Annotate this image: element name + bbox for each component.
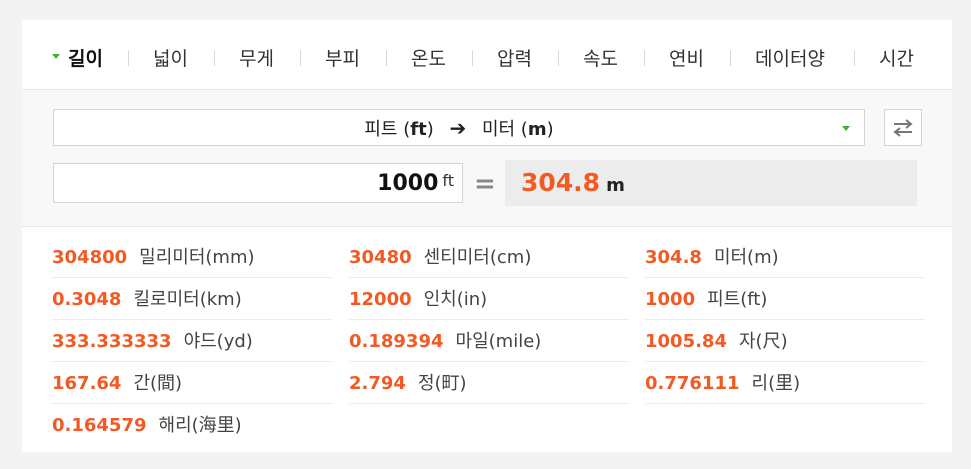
result-item: 304800 밀리미터(mm): [52, 247, 255, 268]
result-item: 2.794 정(町): [349, 373, 467, 394]
result-item: 0.3048 킬로미터(km): [52, 289, 242, 310]
tab-separator: [472, 50, 473, 66]
caret-down-icon: [52, 54, 60, 59]
result-item: 12000 인치(in): [349, 289, 488, 310]
swap-icon: [893, 119, 913, 137]
tab-area[interactable]: 넓이: [153, 42, 188, 76]
result-item: 167.64 간(間): [52, 373, 183, 394]
tab-data-size[interactable]: 데이터양: [755, 42, 825, 76]
row-divider: [645, 361, 925, 362]
to-unit-name: 미터: [481, 119, 516, 140]
tab-separator: [214, 50, 215, 66]
row-divider: [52, 277, 332, 278]
tab-temperature[interactable]: 온도: [411, 42, 446, 76]
input-unit: ft: [442, 171, 454, 190]
result-item: 0.776111 리(里): [645, 373, 801, 394]
category-tabs: 길이 넓이 무게 부피 온도 압력 속도 연비 데이터양 시간: [22, 42, 952, 76]
tab-separator: [386, 50, 387, 66]
result-item: 304.8 미터(m): [645, 247, 779, 268]
tab-volume[interactable]: 부피: [325, 42, 360, 76]
row-divider: [52, 403, 332, 404]
result-item: 0.164579 해리(海里): [52, 415, 242, 436]
tab-separator: [644, 50, 645, 66]
tab-fuel-economy[interactable]: 연비: [669, 42, 704, 76]
converter-section: 피트 (ft) ➔ 미터 (m) 1000 ft = 304.8 m: [22, 89, 952, 227]
result-item: 30480 센티미터(cm): [349, 247, 532, 268]
row-divider: [645, 319, 925, 320]
row-divider: [349, 403, 629, 404]
result-item: 1000 피트(ft): [645, 289, 768, 310]
row-divider: [645, 403, 925, 404]
result-item: 0.189394 마일(mile): [349, 331, 542, 352]
chevron-down-icon: [842, 126, 850, 131]
swap-units-button[interactable]: [884, 109, 922, 146]
from-unit-name: 피트: [364, 119, 398, 140]
tab-separator: [558, 50, 559, 66]
arrow-right-icon: ➔: [449, 116, 467, 140]
tab-separator: [128, 50, 129, 66]
result-value: 304.8: [521, 168, 601, 197]
unit-converter-panel: 길이 넓이 무게 부피 온도 압력 속도 연비 데이터양 시간 피트 (ft) …: [22, 20, 952, 452]
tab-time[interactable]: 시간: [879, 42, 914, 76]
from-unit-symbol: ft: [410, 119, 427, 140]
tab-length[interactable]: 길이: [52, 42, 103, 76]
row-divider: [52, 361, 332, 362]
input-value: 1000: [377, 171, 439, 196]
result-item: 1005.84 자(尺): [645, 331, 788, 352]
result-display: 304.8 m: [505, 160, 917, 206]
tab-separator: [854, 50, 855, 66]
unit-pair-select[interactable]: 피트 (ft) ➔ 미터 (m): [53, 109, 865, 146]
row-divider: [349, 361, 629, 362]
result-unit: m: [606, 175, 625, 196]
tab-weight[interactable]: 무게: [239, 42, 274, 76]
row-divider: [645, 277, 925, 278]
equals-sign: =: [474, 169, 496, 199]
row-divider: [349, 319, 629, 320]
tab-pressure[interactable]: 압력: [497, 42, 532, 76]
value-input[interactable]: 1000 ft: [53, 163, 463, 203]
result-item: 333.333333 야드(yd): [52, 331, 253, 352]
tab-speed[interactable]: 속도: [583, 42, 618, 76]
tab-separator: [730, 50, 731, 66]
row-divider: [349, 277, 629, 278]
row-divider: [52, 319, 332, 320]
tab-separator: [300, 50, 301, 66]
to-unit-symbol: m: [527, 119, 547, 140]
